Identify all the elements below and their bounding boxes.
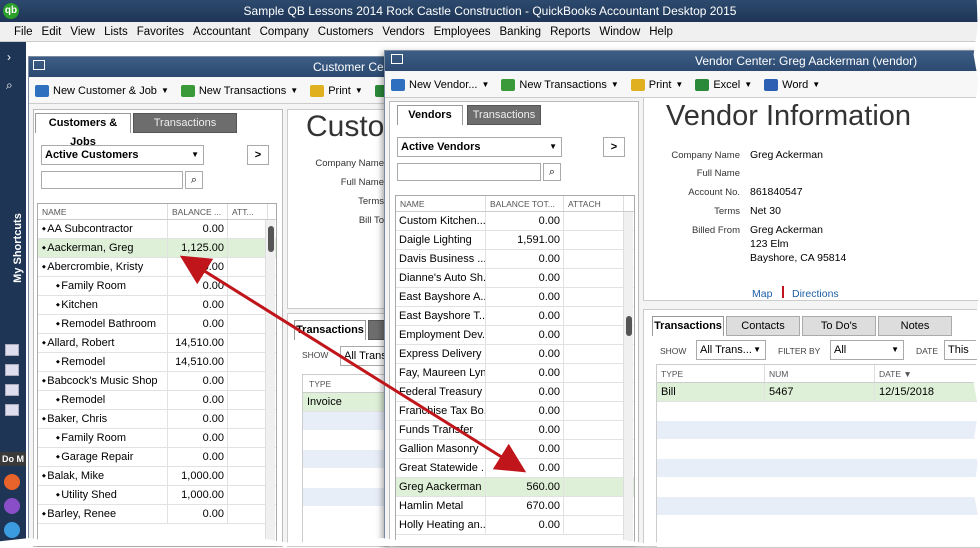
double-headed-arrow: [179, 255, 527, 473]
annotation-arrow: [179, 255, 527, 473]
